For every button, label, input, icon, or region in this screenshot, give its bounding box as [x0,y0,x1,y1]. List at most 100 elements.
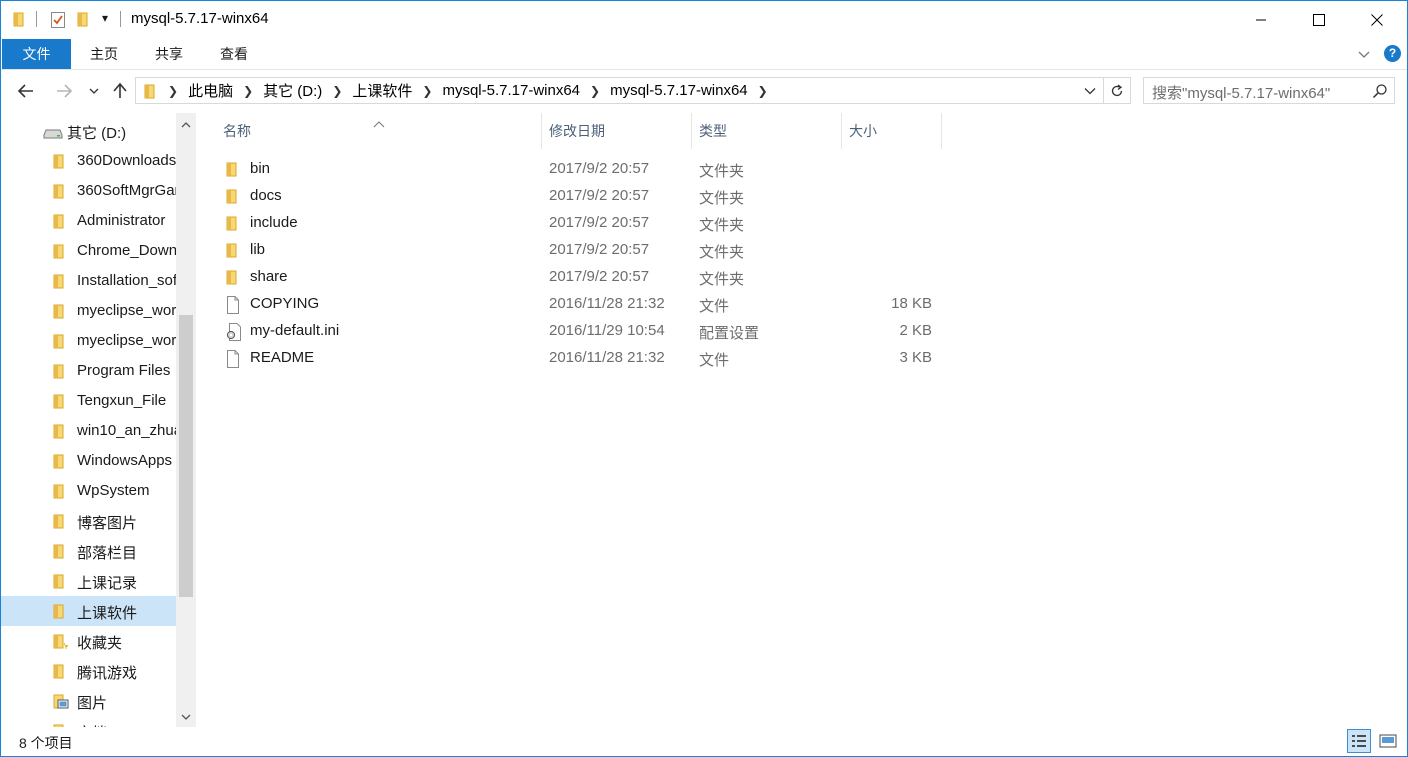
sidebar-item-folder[interactable]: 部落栏目 [1,536,176,566]
column-header-size[interactable]: 大小 [849,113,877,149]
breadcrumb-drive-d[interactable]: 其它 (D:) [259,80,326,101]
sidebar-item-folder[interactable]: 图片 [1,686,176,716]
sidebar-item-folder[interactable]: 上课记录 [1,566,176,596]
file-modified-date: 2017/9/2 20:57 [549,268,650,285]
chevron-down-icon [181,714,191,720]
column-header-name[interactable]: 名称 [223,113,251,149]
chevron-right-icon[interactable]: ❯ [752,84,774,98]
sidebar-item-folder[interactable]: 收藏夹 [1,626,176,656]
help-icon[interactable]: ? [1384,45,1401,62]
details-view-button[interactable] [1347,729,1371,753]
file-modified-date: 2016/11/28 21:32 [549,349,665,366]
arrow-up-icon [113,82,127,98]
tab-home[interactable]: 主页 [75,39,133,69]
table-row[interactable]: my-default.ini 2016/11/29 10:54 配置设置 2 KB [214,318,954,345]
sidebar-item-folder[interactable]: 腾讯游戏 [1,656,176,686]
favorites-folder-icon [53,633,69,653]
folder-icon [53,483,67,503]
breadcrumb-mysql-parent[interactable]: mysql-5.7.17-winx64 [438,82,584,99]
large-icons-view-button[interactable] [1376,729,1400,753]
window-title: mysql-5.7.17-winx64 [131,10,269,27]
minimize-button[interactable] [1238,1,1284,39]
breadcrumb-this-pc[interactable]: 此电脑 [184,80,237,101]
address-bar[interactable]: ❯ 此电脑 ❯ 其它 (D:) ❯ 上课软件 ❯ mysql-5.7.17-wi… [135,77,1131,104]
back-button[interactable] [15,80,37,102]
sidebar-item-folder[interactable]: myeclipse_workspace [1,296,176,326]
scrollbar-thumb[interactable] [179,315,193,597]
properties-icon[interactable] [50,11,66,33]
recent-locations-button[interactable] [84,80,104,102]
folder-icon [53,363,67,383]
address-history-dropdown[interactable] [1080,78,1100,103]
sidebar-item-folder[interactable]: Tengxun_File [1,386,176,416]
folder-icon [53,513,67,533]
column-divider[interactable] [541,113,542,149]
chevron-right-icon[interactable]: ❯ [326,84,348,98]
navigation-scrollbar[interactable] [176,113,196,727]
chevron-right-icon[interactable]: ❯ [584,84,606,98]
table-row[interactable]: lib 2017/9/2 20:57 文件夹 [214,237,954,264]
customize-toolbar-dropdown[interactable]: ▾ [102,11,108,25]
table-row[interactable]: share 2017/9/2 20:57 文件夹 [214,264,954,291]
file-name: lib [250,241,266,258]
sidebar-item-label: 上课记录 [77,575,138,592]
column-header-date[interactable]: 修改日期 [549,113,605,149]
sidebar-item-folder[interactable]: Program Files [1,356,176,386]
sidebar-item-folder[interactable]: 360SoftMgrGame [1,176,176,206]
navigation-bar: ❯ 此电脑 ❯ 其它 (D:) ❯ 上课软件 ❯ mysql-5.7.17-wi… [1,70,1407,112]
breadcrumb-course-software[interactable]: 上课软件 [348,80,416,101]
tab-share[interactable]: 共享 [140,39,198,69]
sidebar-item-folder[interactable]: Installation_software [1,266,176,296]
table-row[interactable]: docs 2017/9/2 20:57 文件夹 [214,183,954,210]
nav-drive-label: 其它 (D:) [67,125,127,142]
search-icon[interactable] [1372,83,1388,103]
table-row[interactable]: include 2017/9/2 20:57 文件夹 [214,210,954,237]
breadcrumb-mysql-current[interactable]: mysql-5.7.17-winx64 [606,82,752,99]
table-row[interactable]: COPYING 2016/11/28 21:32 文件 18 KB [214,291,954,318]
folder-icon [53,213,67,233]
sidebar-item-folder[interactable]: 文档 [1,716,176,727]
file-size: 18 KB [891,295,932,312]
maximize-button[interactable] [1296,1,1342,39]
column-divider[interactable] [941,113,942,149]
sidebar-item-folder[interactable]: Chrome_Download [1,236,176,266]
close-icon [1371,14,1383,26]
chevron-right-icon[interactable]: ❯ [237,84,259,98]
sidebar-item-folder[interactable]: myeclipse_workspace [1,326,176,356]
scroll-down-button[interactable] [176,707,196,727]
folder-icon [53,273,67,293]
forward-button[interactable] [53,80,75,102]
sidebar-item-folder[interactable]: WpSystem [1,476,176,506]
file-name: my-default.ini [250,322,340,339]
nav-drive-d[interactable]: 其它 (D:) [1,116,176,146]
up-button[interactable] [109,80,131,102]
scroll-up-button[interactable] [176,115,196,135]
chevron-down-icon[interactable] [1357,47,1371,61]
explorer-window: ▾ mysql-5.7.17-winx64 文件 主页 共享 查看 ? ❯ 此电… [0,0,1408,757]
sidebar-item-folder[interactable]: 博客图片 [1,506,176,536]
refresh-button[interactable] [1103,78,1130,103]
table-row[interactable]: README 2016/11/28 21:32 文件 3 KB [214,345,954,372]
column-divider[interactable] [841,113,842,149]
column-divider[interactable] [691,113,692,149]
table-row[interactable]: bin 2017/9/2 20:57 文件夹 [214,156,954,183]
file-type: 文件夹 [699,190,745,207]
new-folder-icon[interactable] [77,11,91,31]
tab-view[interactable]: 查看 [205,39,263,69]
file-size: 3 KB [899,349,932,366]
folder-icon [226,215,240,235]
file-modified-date: 2017/9/2 20:57 [549,214,650,231]
chevron-right-icon[interactable]: ❯ [162,84,184,98]
file-type: 文件夹 [699,217,745,234]
tab-file[interactable]: 文件 [2,39,71,69]
search-input[interactable]: 搜索"mysql-5.7.17-winx64" [1143,77,1395,104]
chevron-up-icon [181,122,191,128]
sidebar-item-folder[interactable]: 上课软件 [1,596,176,626]
sidebar-item-folder[interactable]: win10_an_zhuang [1,416,176,446]
chevron-right-icon[interactable]: ❯ [416,84,438,98]
close-button[interactable] [1354,1,1400,39]
sidebar-item-folder[interactable]: WindowsApps [1,446,176,476]
sidebar-item-folder[interactable]: Administrator [1,206,176,236]
sidebar-item-folder[interactable]: 360Downloads [1,146,176,176]
column-header-type[interactable]: 类型 [699,113,727,149]
